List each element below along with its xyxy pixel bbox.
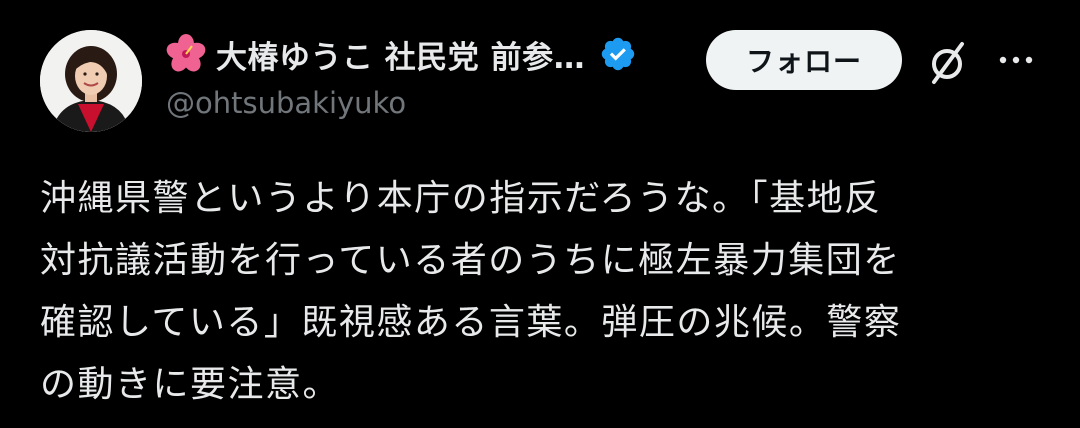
follow-button[interactable]: フォロー (706, 30, 902, 90)
tweet-text-line: 確認している」既視感ある言葉。弾圧の兆候。警察 (40, 302, 902, 343)
tweet-text: 沖縄県警というより本庁の指示だろうな。「基地反 対抗議活動を行っている者のうちに… (40, 168, 1040, 416)
author-name-row[interactable]: 大椿ゆうこ 社民党 前参… (166, 30, 637, 78)
tweet-card: 大椿ゆうこ 社民党 前参… @ohtsubakiyuko フォロー 沖縄県警とい… (0, 0, 1080, 428)
tweet-text-line: 沖縄県警というより本庁の指示だろうな。「基地反 (40, 178, 882, 219)
more-icon[interactable] (998, 52, 1034, 68)
tweet-text-line: の動きに要注意。 (40, 364, 341, 405)
hibiscus-icon (166, 34, 206, 72)
verified-badge-icon (601, 37, 635, 71)
author-handle[interactable]: @ohtsubakiyuko (166, 86, 406, 120)
avatar[interactable] (40, 30, 142, 132)
display-name[interactable]: 大椿ゆうこ 社民党 前参… (216, 32, 585, 77)
tweet-text-line: 対抗議活動を行っている者のうちに極左暴力集団を (40, 240, 901, 281)
grok-icon[interactable] (926, 40, 968, 86)
